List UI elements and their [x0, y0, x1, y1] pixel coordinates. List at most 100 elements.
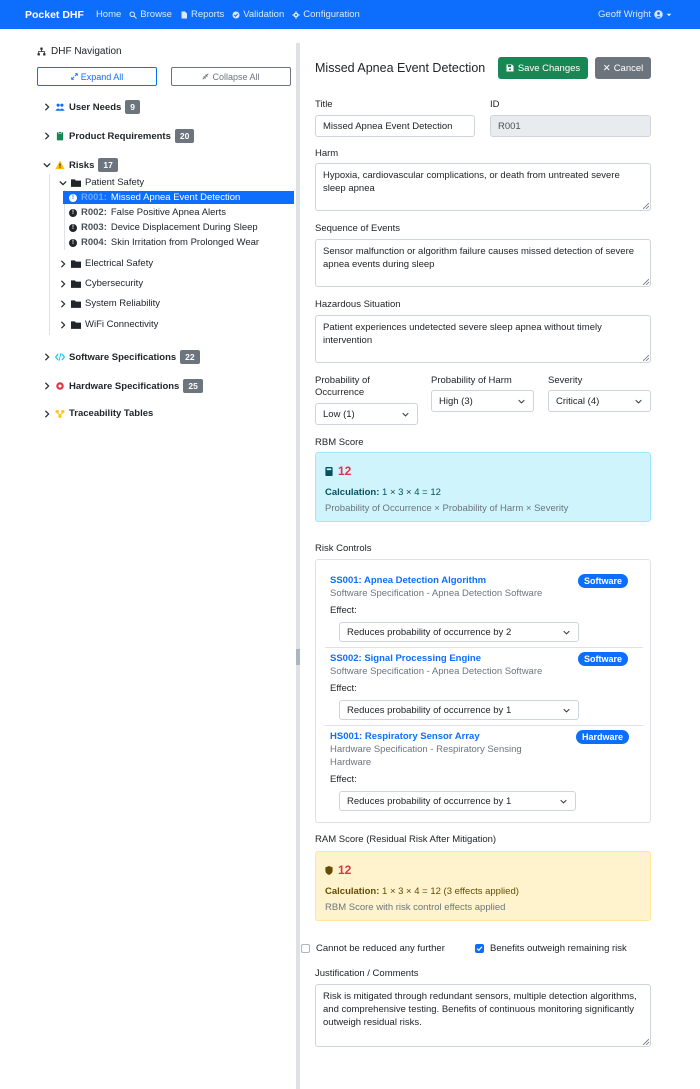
- sequence-label: Sequence of Events: [315, 223, 401, 234]
- severity-select[interactable]: Critical (4): [548, 390, 651, 412]
- nav-home[interactable]: Home: [96, 9, 121, 20]
- effect-select[interactable]: Reduces probability of occurrence by 1: [339, 791, 576, 811]
- collapse-all-label: Collapse All: [212, 71, 260, 82]
- check-circle-icon: [232, 11, 240, 18]
- prob-harm-select[interactable]: High (3): [431, 390, 534, 412]
- nav-validation[interactable]: Validation: [232, 9, 284, 20]
- control-title-link[interactable]: HS001: Respiratory Sensor Array: [330, 731, 480, 742]
- benefits-checkbox-row[interactable]: Benefits outweigh remaining risk: [475, 943, 627, 954]
- user-menu[interactable]: Geoff Wright: [598, 9, 672, 20]
- folder-icon: [71, 179, 81, 187]
- resize-handle-icon[interactable]: [643, 355, 649, 361]
- tree-folder-cybersecurity[interactable]: Cybersecurity: [59, 278, 143, 289]
- risk-id: R002:: [81, 207, 107, 218]
- save-icon: [506, 64, 514, 72]
- cannot-reduce-checkbox-row[interactable]: Cannot be reduced any further: [301, 943, 445, 954]
- hazard-label: Hazardous Situation: [315, 299, 401, 310]
- rbm-score-card: 12 Calculation: 1 × 3 × 4 = 12 Probabili…: [315, 452, 651, 522]
- count-badge: 22: [180, 350, 200, 364]
- cancel-button[interactable]: ✕ Cancel: [595, 57, 651, 79]
- tree-risk-item[interactable]: ! R003: Device Displacement During Sleep: [69, 222, 258, 233]
- tree-folder-wifi-connectivity[interactable]: WiFi Connectivity: [59, 319, 158, 330]
- brand-logo[interactable]: Pocket DHF: [25, 9, 84, 21]
- tree-line: [49, 174, 50, 335]
- ram-note: RBM Score with risk control effects appl…: [325, 902, 506, 913]
- prob-occurrence-label: Probability of Occurrence: [315, 375, 370, 398]
- tree-category-risks[interactable]: Risks 17: [43, 158, 118, 172]
- nav-configuration[interactable]: Configuration: [292, 9, 360, 20]
- folder-label: Cybersecurity: [85, 278, 144, 289]
- tree-category-traceability-tables[interactable]: Traceability Tables: [43, 408, 153, 419]
- effect-label: Effect:: [330, 774, 357, 785]
- close-icon: ✕: [602, 62, 611, 74]
- effect-value: Reduces probability of occurrence by 1: [347, 796, 512, 807]
- chevron-right-icon: [44, 409, 50, 418]
- hazard-textarea[interactable]: Patient experiences undetected severe sl…: [315, 315, 651, 363]
- rbm-note: Probability of Occurrence × Probability …: [325, 503, 569, 514]
- category-label: Product Requirements: [69, 130, 171, 142]
- main-panel: Missed Apnea Event Detection Save Change…: [300, 29, 700, 1089]
- risk-label: Missed Apnea Event Detection: [110, 192, 241, 203]
- folder-label: WiFi Connectivity: [85, 319, 159, 330]
- nav-browse[interactable]: Browse: [129, 9, 172, 20]
- chevron-right-icon: [60, 279, 66, 288]
- risk-label: Device Displacement During Sleep: [110, 222, 258, 233]
- ram-calculation: Calculation: 1 × 3 × 4 = 12 (3 effects a…: [325, 886, 519, 897]
- resize-handle-icon[interactable]: [643, 1039, 649, 1045]
- expand-all-button[interactable]: Expand All: [37, 67, 157, 86]
- chevron-right-icon: [60, 299, 66, 308]
- title-input[interactable]: Missed Apnea Event Detection: [315, 115, 475, 137]
- severity-value: Critical (4): [556, 396, 600, 407]
- tree-risk-item[interactable]: ! R002: False Positive Apnea Alerts: [69, 207, 226, 218]
- control-subtitle: Software Specification - Apnea Detection…: [330, 666, 543, 677]
- tree-risk-item[interactable]: ! R001: Missed Apnea Event Detection: [63, 191, 294, 204]
- category-label: Hardware Specifications: [69, 380, 180, 392]
- diagram-icon: [55, 409, 65, 419]
- tree-folder-patient-safety[interactable]: Patient Safety: [59, 177, 144, 188]
- user-circle-icon: [654, 10, 663, 19]
- resize-handle-icon[interactable]: [643, 203, 649, 209]
- control-type-badge: Software: [578, 574, 629, 588]
- chevron-right-icon: [44, 382, 50, 390]
- tree-folder-system-reliability[interactable]: System Reliability: [59, 298, 160, 309]
- chevron-down-icon: [518, 399, 525, 404]
- save-label: Save Changes: [517, 62, 581, 74]
- nav-reports-label: Reports: [190, 9, 225, 20]
- benefits-checkbox[interactable]: [475, 944, 484, 953]
- folder-icon: [71, 280, 81, 288]
- save-button[interactable]: Save Changes: [498, 57, 588, 79]
- tree-folder-electrical-safety[interactable]: Electrical Safety: [59, 258, 153, 269]
- id-field: R001: [490, 115, 651, 137]
- code-icon: [55, 352, 65, 362]
- tree-risk-item[interactable]: ! R004: Skin Irritation from Prolonged W…: [69, 237, 259, 248]
- tree-category-software-specifications[interactable]: Software Specifications 22: [43, 350, 200, 364]
- tree-category-product-requirements[interactable]: Product Requirements 20: [43, 129, 195, 143]
- effect-select[interactable]: Reduces probability of occurrence by 1: [339, 700, 579, 720]
- harm-textarea[interactable]: Hypoxia, cardiovascular complications, o…: [315, 163, 651, 211]
- shield-icon: [325, 865, 333, 875]
- control-title-link[interactable]: SS001: Apnea Detection Algorithm: [330, 575, 486, 586]
- resize-handle-icon[interactable]: [643, 279, 649, 285]
- collapse-all-button[interactable]: Collapse All: [171, 67, 291, 86]
- control-type-badge: Hardware: [576, 730, 630, 744]
- prob-occurrence-select[interactable]: Low (1): [315, 403, 418, 425]
- ram-score: 12: [325, 863, 351, 877]
- clipboard-icon: [55, 131, 65, 141]
- users-icon: [55, 102, 65, 112]
- tree-category-hardware-specifications[interactable]: Hardware Specifications 25: [43, 379, 203, 393]
- control-title-link[interactable]: SS002: Signal Processing Engine: [330, 653, 481, 664]
- cannot-reduce-label: Cannot be reduced any further: [316, 943, 445, 954]
- warning-icon: [55, 160, 65, 170]
- sequence-textarea[interactable]: Sensor malfunction or algorithm failure …: [315, 239, 651, 287]
- justification-textarea[interactable]: Risk is mitigated through redundant sens…: [315, 984, 651, 1047]
- sidebar: DHF Navigation Expand All Collapse All U…: [0, 29, 296, 1089]
- expand-icon: [70, 73, 78, 80]
- effect-select[interactable]: Reduces probability of occurrence by 2: [339, 622, 579, 642]
- cannot-reduce-checkbox[interactable]: [301, 944, 310, 953]
- folder-label: Electrical Safety: [85, 258, 154, 269]
- tree-category-user-needs[interactable]: User Needs 9: [43, 100, 141, 114]
- exclamation-circle-icon: !: [69, 193, 77, 202]
- effect-label: Effect:: [330, 605, 357, 616]
- nav-reports[interactable]: Reports: [180, 9, 224, 20]
- caret-down-icon: [666, 13, 672, 16]
